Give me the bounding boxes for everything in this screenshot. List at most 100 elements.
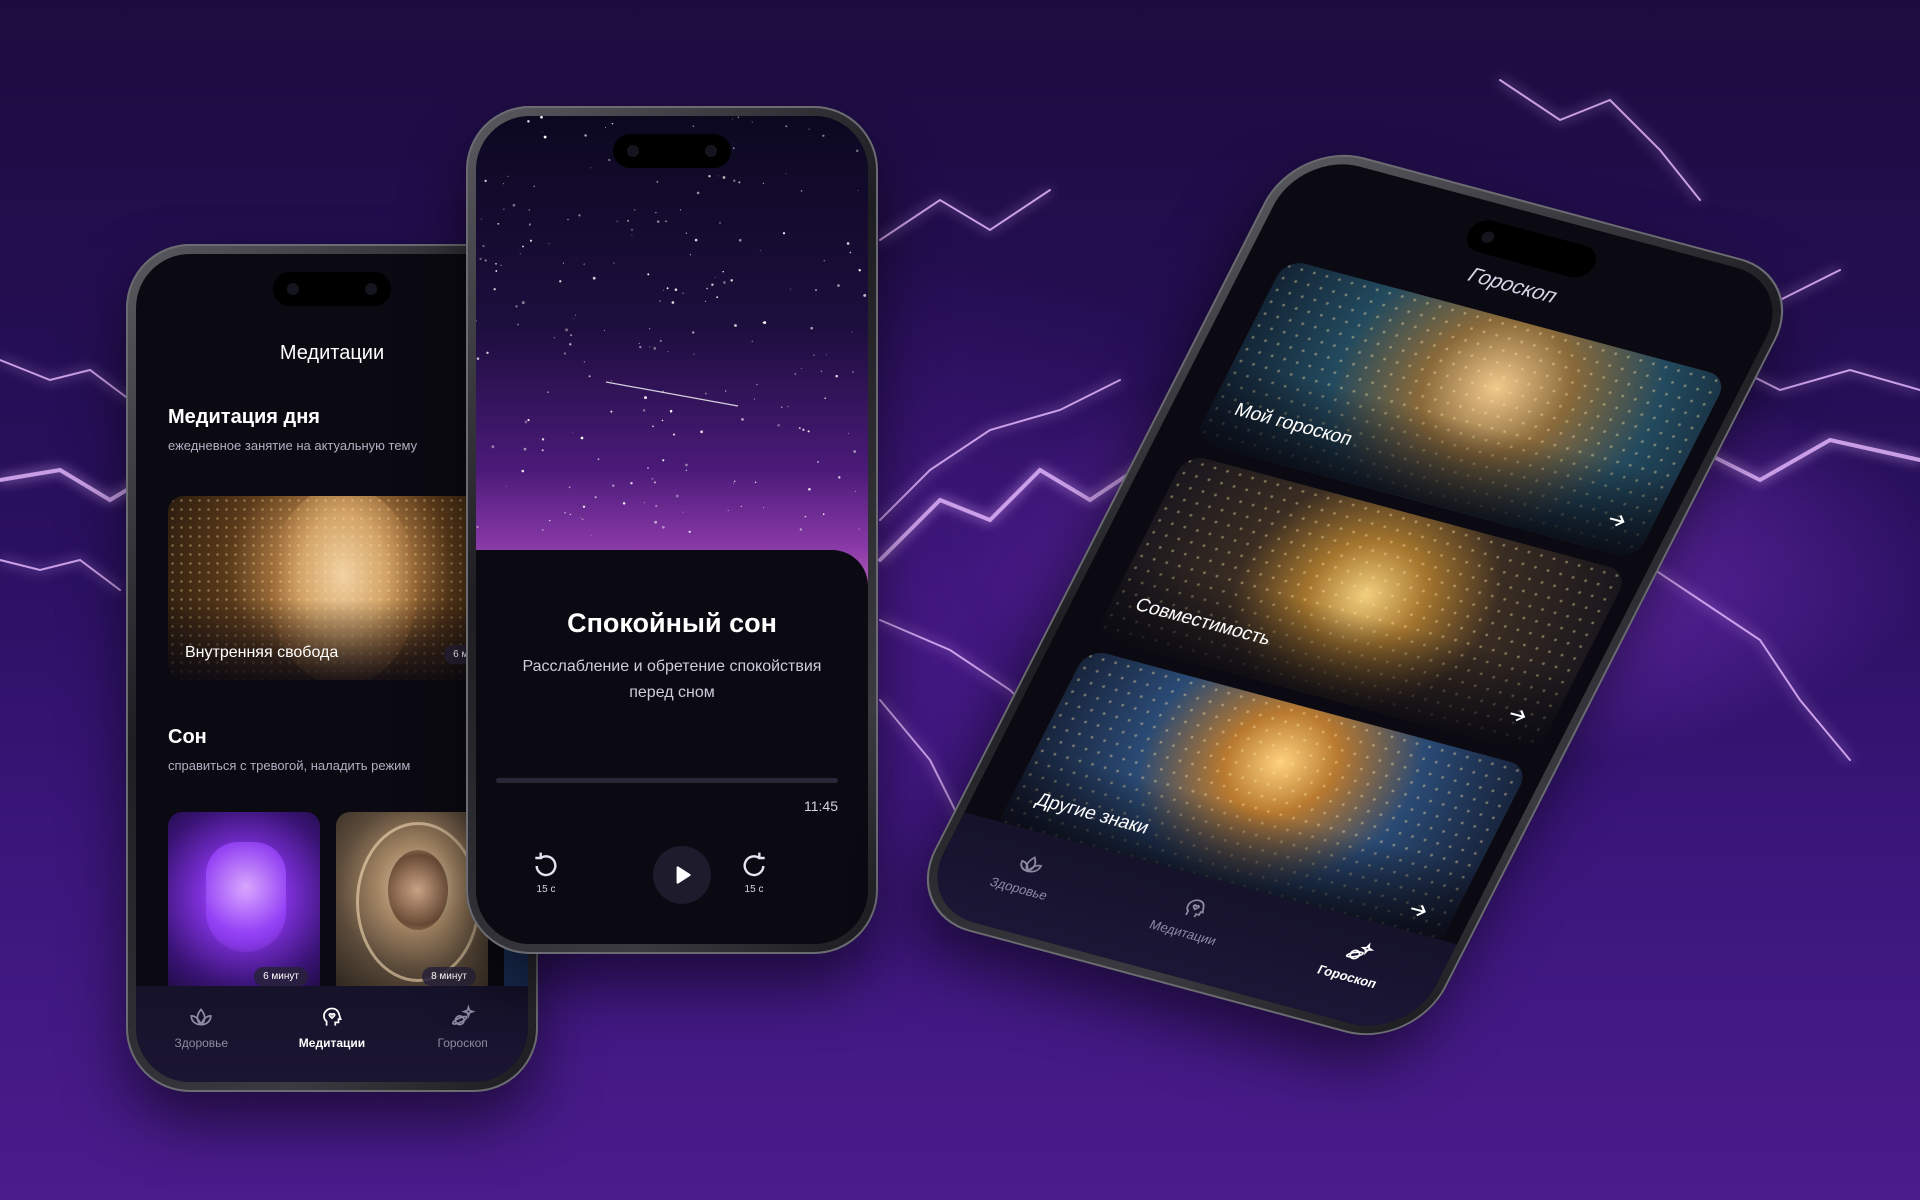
star bbox=[570, 334, 573, 337]
star bbox=[705, 300, 707, 302]
star bbox=[723, 281, 726, 284]
star bbox=[763, 506, 765, 508]
star bbox=[528, 209, 531, 211]
star bbox=[708, 175, 711, 178]
tab-bar: Здоровье Медитации Гороскоп bbox=[136, 986, 528, 1082]
tab-health[interactable]: Здоровье bbox=[962, 838, 1090, 909]
tab-meditations[interactable]: Медитации bbox=[1126, 882, 1254, 953]
star bbox=[781, 406, 783, 408]
camera-icon bbox=[1479, 230, 1497, 245]
sleep-card[interactable]: 6 минут bbox=[168, 812, 320, 998]
star bbox=[649, 328, 651, 330]
star bbox=[541, 449, 544, 452]
star bbox=[505, 485, 507, 487]
tab-health[interactable]: Здоровье bbox=[146, 1004, 256, 1050]
progress-slider[interactable] bbox=[496, 778, 838, 783]
star bbox=[656, 180, 659, 183]
star bbox=[785, 125, 788, 128]
play-button[interactable] bbox=[653, 846, 711, 904]
star bbox=[725, 390, 727, 392]
dynamic-island bbox=[273, 272, 391, 306]
star bbox=[679, 209, 681, 211]
star bbox=[547, 391, 549, 393]
meditation-of-day-card[interactable]: Внутренняя свобода 6 минут bbox=[168, 496, 514, 680]
star bbox=[642, 409, 646, 412]
tab-horoscope[interactable]: Гороскоп bbox=[408, 1004, 518, 1050]
star bbox=[704, 392, 707, 395]
duration-badge: 8 минут bbox=[422, 967, 476, 986]
player-screen: Спокойный сон Расслабление и обретение с… bbox=[476, 116, 868, 944]
star bbox=[691, 331, 695, 334]
star bbox=[659, 339, 662, 343]
star bbox=[486, 351, 489, 354]
card-title: Внутренняя свобода bbox=[185, 644, 339, 661]
star bbox=[515, 305, 518, 308]
star bbox=[495, 270, 498, 272]
star bbox=[527, 120, 530, 123]
star bbox=[495, 263, 497, 265]
star bbox=[611, 484, 615, 487]
star bbox=[578, 214, 581, 217]
star bbox=[674, 288, 678, 291]
star bbox=[751, 340, 753, 342]
star bbox=[653, 347, 657, 350]
forward-icon bbox=[743, 852, 765, 877]
forward-button[interactable]: 15 с bbox=[738, 850, 770, 895]
star bbox=[563, 352, 566, 355]
star bbox=[630, 482, 633, 485]
star bbox=[480, 218, 482, 220]
rewind-label: 15 с bbox=[536, 884, 556, 895]
star bbox=[649, 346, 651, 348]
star bbox=[817, 461, 819, 463]
star bbox=[608, 158, 611, 162]
star bbox=[655, 504, 658, 508]
star bbox=[838, 476, 841, 479]
star bbox=[643, 502, 645, 504]
star bbox=[837, 284, 840, 287]
star bbox=[569, 513, 571, 516]
star bbox=[751, 121, 753, 123]
star bbox=[572, 318, 574, 320]
tab-meditations[interactable]: Медитации bbox=[277, 1004, 387, 1050]
star bbox=[519, 253, 521, 255]
star bbox=[567, 218, 569, 221]
rewind-button[interactable]: 15 с bbox=[530, 850, 562, 895]
star bbox=[651, 477, 654, 480]
star bbox=[553, 336, 556, 339]
star bbox=[810, 326, 813, 330]
star bbox=[476, 525, 479, 528]
star bbox=[661, 525, 665, 529]
star bbox=[804, 515, 807, 518]
star bbox=[824, 397, 826, 399]
star bbox=[847, 433, 850, 435]
tab-horoscope[interactable]: Гороскоп bbox=[1291, 926, 1419, 997]
star bbox=[675, 494, 679, 498]
star bbox=[711, 283, 714, 286]
night-sky-image bbox=[476, 116, 868, 586]
star bbox=[659, 300, 661, 302]
star bbox=[656, 220, 660, 223]
camera-icon bbox=[705, 145, 717, 157]
player-panel: Спокойный сон Расслабление и обретение с… bbox=[476, 550, 868, 944]
star bbox=[627, 220, 629, 222]
star bbox=[857, 190, 859, 192]
star bbox=[754, 481, 757, 484]
stars-planet-icon bbox=[1345, 942, 1375, 960]
star bbox=[610, 380, 612, 382]
star bbox=[523, 447, 527, 451]
star bbox=[798, 427, 801, 430]
star bbox=[738, 181, 741, 184]
duration-badge: 6 минут bbox=[254, 967, 308, 986]
tab-label: Здоровье bbox=[987, 874, 1051, 903]
star bbox=[808, 128, 810, 130]
lotus-icon bbox=[1020, 856, 1043, 873]
star bbox=[484, 179, 487, 183]
star bbox=[541, 131, 543, 133]
star bbox=[734, 324, 737, 327]
star bbox=[588, 375, 591, 378]
star bbox=[741, 417, 744, 421]
star bbox=[851, 331, 853, 333]
star bbox=[633, 208, 636, 211]
star bbox=[644, 396, 647, 400]
star bbox=[652, 425, 654, 428]
